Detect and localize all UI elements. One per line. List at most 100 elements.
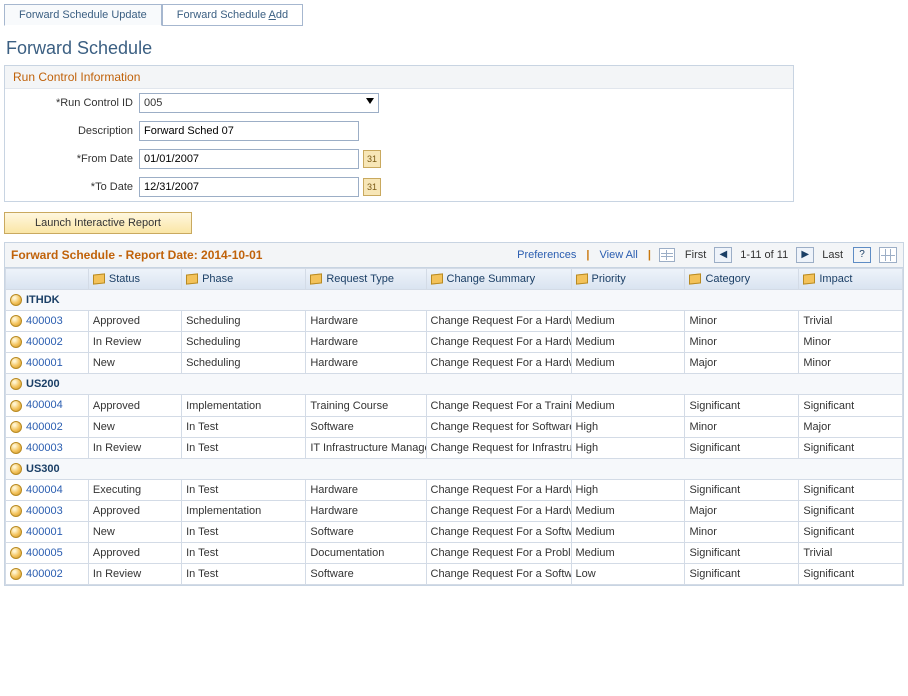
row-action-icon[interactable]	[10, 526, 22, 538]
request-id-link[interactable]: 400003	[26, 442, 63, 454]
tab-forward-schedule-add[interactable]: Forward Schedule Add	[162, 4, 303, 26]
row-action-icon[interactable]	[10, 315, 22, 327]
run-control-id-select[interactable]: 005	[139, 93, 379, 113]
request-id-link[interactable]: 400001	[26, 526, 63, 538]
grid-scroll-region[interactable]: Status Phase Request Type Change Summary…	[5, 268, 903, 585]
description-input[interactable]	[139, 121, 359, 141]
row-action-icon[interactable]	[10, 336, 22, 348]
first-link[interactable]: First	[685, 249, 706, 261]
grid-title-date: 2014-10-01	[201, 248, 262, 262]
row-action-icon[interactable]	[10, 484, 22, 496]
group-name: US200	[26, 378, 60, 390]
request-id-link[interactable]: 400002	[26, 336, 63, 348]
col-request-type[interactable]: Request Type	[306, 269, 426, 290]
cell-request-type: Hardware	[306, 479, 426, 500]
row-action-icon[interactable]	[10, 547, 22, 559]
cell-status: In Review	[88, 332, 181, 353]
separator-icon: |	[648, 249, 651, 261]
row-action-icon[interactable]	[10, 421, 22, 433]
cell-change-summary: Change Request For a Hardware Facility	[426, 479, 571, 500]
col-phase[interactable]: Phase	[182, 269, 306, 290]
cell-change-summary: Change Request For a Hardware Fix	[426, 332, 571, 353]
help-icon[interactable]: ?	[853, 247, 871, 263]
prev-page-button[interactable]: ◀	[714, 247, 732, 263]
group-cell[interactable]: US200	[6, 374, 903, 395]
cell-category: Minor	[685, 311, 799, 332]
cell-category: Significant	[685, 543, 799, 564]
cell-impact: Significant	[799, 522, 903, 543]
cube-icon	[689, 273, 701, 284]
cell-priority: Medium	[571, 332, 685, 353]
table-row: 400005ApprovedIn TestDocumentationChange…	[6, 543, 903, 564]
col-category[interactable]: Category	[685, 269, 799, 290]
calendar-icon[interactable]: 31	[363, 178, 381, 196]
cell-impact: Significant	[799, 437, 903, 458]
cube-icon	[186, 273, 198, 284]
tab-forward-schedule-update[interactable]: Forward Schedule Update	[4, 4, 162, 26]
cell-change-summary: Change Request For a Training Course	[426, 395, 571, 416]
run-control-panel: Run Control Information *Run Control ID …	[4, 65, 794, 202]
cell-category: Significant	[685, 564, 799, 585]
data-table: Status Phase Request Type Change Summary…	[5, 268, 903, 585]
request-id-link[interactable]: 400004	[26, 399, 63, 411]
preferences-link[interactable]: Preferences	[517, 249, 576, 261]
description-label: Description	[11, 125, 139, 137]
cell-request-type: Hardware	[306, 500, 426, 521]
col-status[interactable]: Status	[88, 269, 181, 290]
request-id-link[interactable]: 400003	[26, 315, 63, 327]
row-action-icon[interactable]	[10, 357, 22, 369]
table-row: 400001NewSchedulingHardwareChange Reques…	[6, 353, 903, 374]
cell-impact: Significant	[799, 395, 903, 416]
cell-id: 400004	[6, 395, 89, 416]
run-control-id-value: 005	[140, 97, 162, 109]
view-all-link[interactable]: View All	[600, 249, 638, 261]
col-impact[interactable]: Impact	[799, 269, 903, 290]
cell-phase: Implementation	[182, 500, 306, 521]
cell-change-summary: Change Request For a Hardware Upgrade	[426, 353, 571, 374]
cell-impact: Significant	[799, 500, 903, 521]
request-id-link[interactable]: 400004	[26, 484, 63, 496]
run-control-header: Run Control Information	[5, 66, 793, 89]
cell-phase: Scheduling	[182, 311, 306, 332]
cell-impact: Trivial	[799, 311, 903, 332]
cell-phase: Implementation	[182, 395, 306, 416]
zoom-grid-icon[interactable]	[879, 247, 897, 263]
request-id-link[interactable]: 400003	[26, 505, 63, 517]
launch-interactive-report-button[interactable]: Launch Interactive Report	[4, 212, 192, 234]
download-spreadsheet-icon[interactable]	[659, 248, 675, 262]
row-action-icon[interactable]	[10, 505, 22, 517]
cell-id: 400003	[6, 500, 89, 521]
cell-status: In Review	[88, 437, 181, 458]
cell-change-summary: Change Request For a Hardware Requiremen…	[426, 500, 571, 521]
group-cell[interactable]: US300	[6, 458, 903, 479]
request-id-link[interactable]: 400001	[26, 357, 63, 369]
row-action-icon[interactable]	[10, 568, 22, 580]
to-date-input[interactable]	[139, 177, 359, 197]
group-cell[interactable]: ITHDK	[6, 290, 903, 311]
cell-impact: Minor	[799, 332, 903, 353]
cube-icon	[310, 273, 322, 284]
request-id-link[interactable]: 400002	[26, 568, 63, 580]
col-priority[interactable]: Priority	[571, 269, 685, 290]
from-date-input[interactable]	[139, 149, 359, 169]
row-action-icon[interactable]	[10, 400, 22, 412]
expand-icon[interactable]	[10, 294, 22, 306]
cell-status: New	[88, 522, 181, 543]
col-change-summary[interactable]: Change Summary	[426, 269, 571, 290]
expand-icon[interactable]	[10, 463, 22, 475]
cell-request-type: Documentation	[306, 543, 426, 564]
cell-request-type: Hardware	[306, 332, 426, 353]
request-id-link[interactable]: 400002	[26, 421, 63, 433]
cell-status: Approved	[88, 395, 181, 416]
expand-icon[interactable]	[10, 378, 22, 390]
cell-impact: Trivial	[799, 543, 903, 564]
last-link[interactable]: Last	[822, 249, 843, 261]
from-date-label: *From Date	[11, 153, 139, 165]
request-id-link[interactable]: 400005	[26, 547, 63, 559]
tab-label-prefix: Forward Schedule	[177, 9, 269, 21]
next-page-button[interactable]: ▶	[796, 247, 814, 263]
calendar-icon[interactable]: 31	[363, 150, 381, 168]
cell-category: Minor	[685, 332, 799, 353]
row-action-icon[interactable]	[10, 442, 22, 454]
row-range: 1-11 of 11	[740, 249, 788, 261]
